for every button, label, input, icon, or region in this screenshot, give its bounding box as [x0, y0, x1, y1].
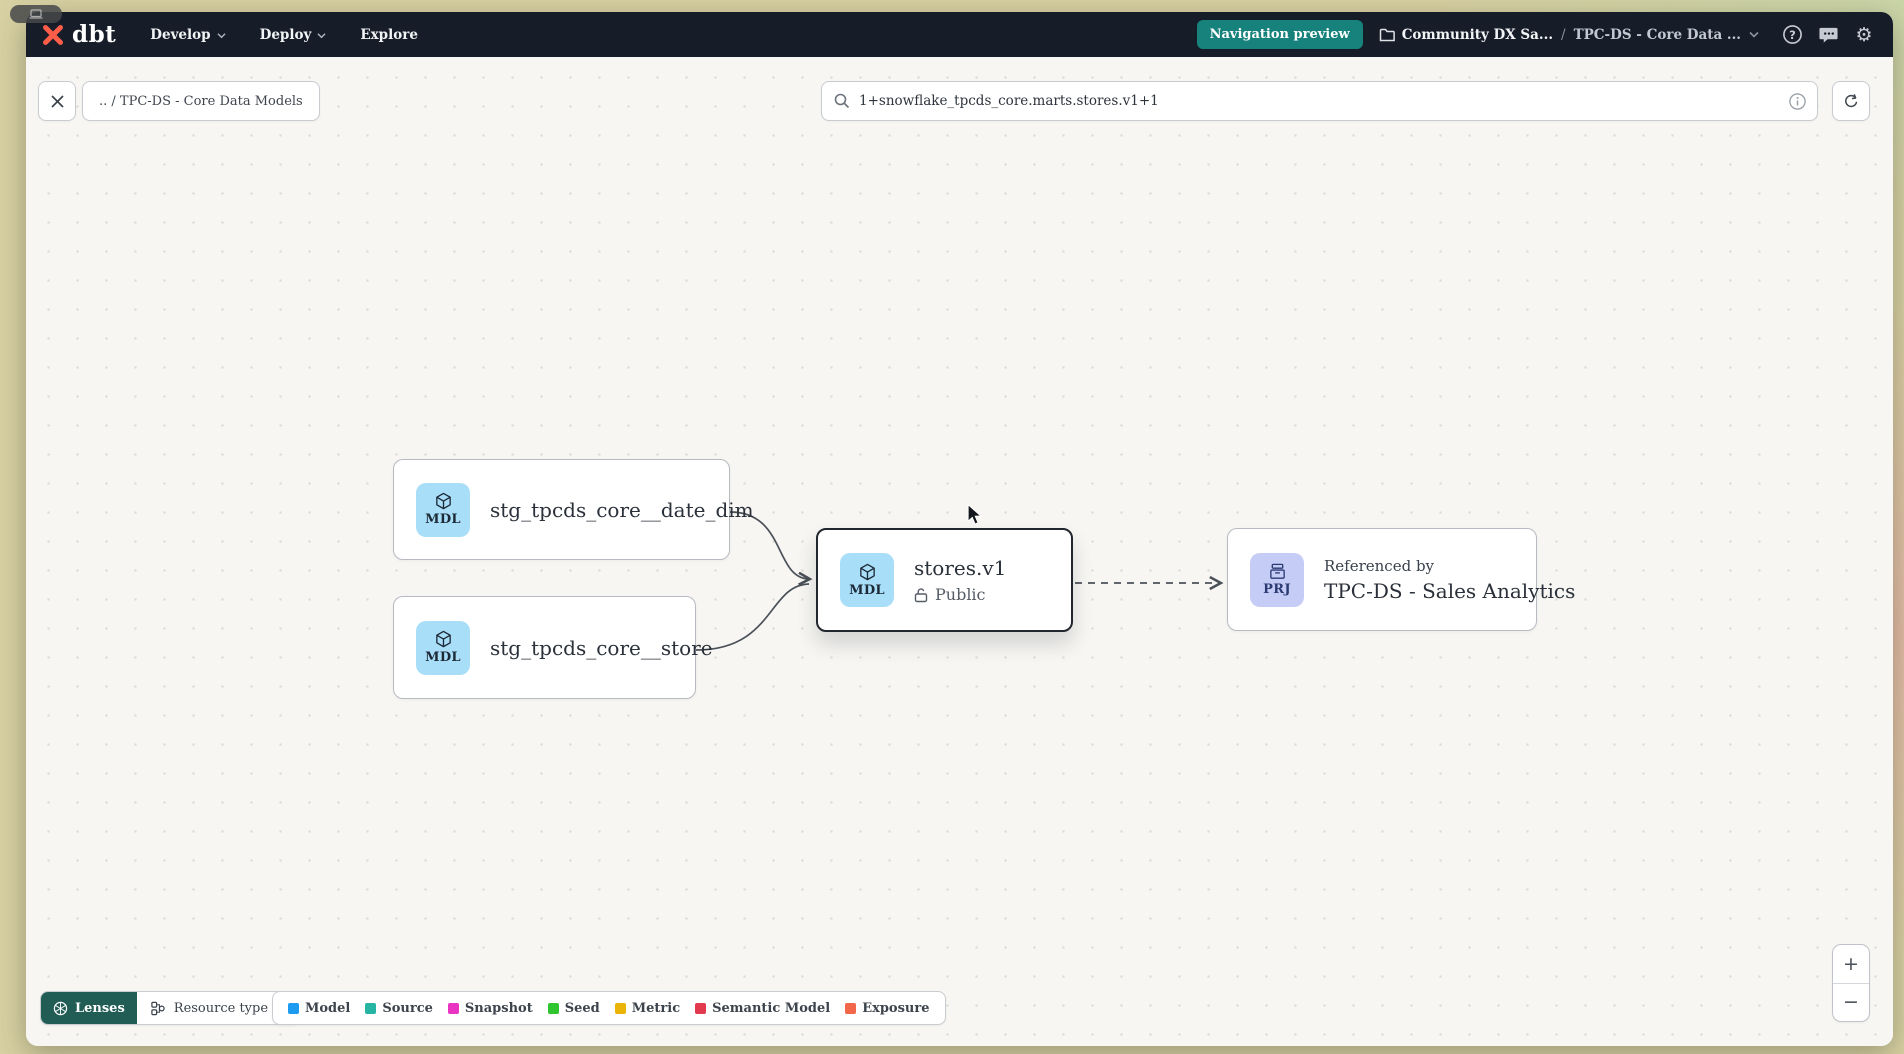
feedback-icon[interactable]: [1817, 24, 1839, 46]
menu-develop-label: Develop: [150, 27, 210, 43]
zoom-control: + −: [1832, 944, 1870, 1022]
node-stg-tpcds-core-date-dim[interactable]: MDL stg_tpcds_core__date_dim: [393, 459, 730, 560]
dbt-logo[interactable]: dbt: [40, 21, 116, 48]
search-icon: [834, 93, 850, 109]
legend-item-semantic-model: Semantic Model: [695, 1001, 830, 1016]
zoom-out-button[interactable]: −: [1833, 983, 1869, 1022]
folder-icon: [1379, 28, 1395, 42]
menu-deploy[interactable]: Deploy: [260, 27, 327, 43]
node-title: stores.v1: [914, 556, 1006, 580]
search-input[interactable]: [859, 93, 1781, 109]
legend-swatch: [695, 1003, 706, 1014]
project-crumb[interactable]: TPC-DS - Core Data ...: [1574, 27, 1741, 43]
node-tpcds-sales-analytics[interactable]: PRJ Referenced by TPC-DS - Sales Analyti…: [1227, 528, 1537, 631]
lens-aperture-icon: [53, 1001, 68, 1016]
project-badge: PRJ: [1250, 553, 1304, 607]
menu-explore[interactable]: Explore: [360, 27, 418, 43]
refresh-button[interactable]: [1832, 81, 1870, 121]
menu-deploy-label: Deploy: [260, 27, 312, 43]
model-badge: MDL: [416, 483, 470, 537]
node-title: stg_tpcds_core__date_dim: [490, 498, 754, 522]
lineage-canvas[interactable]: .. / TPC-DS - Core Data Models: [26, 57, 1893, 1046]
edge-date-dim-to-stores: [730, 512, 809, 579]
legend-swatch: [288, 1003, 299, 1014]
cube-icon: [434, 492, 453, 511]
access-row: Public: [914, 585, 1006, 604]
badge-label: MDL: [425, 650, 461, 665]
info-icon[interactable]: [1788, 92, 1807, 115]
legend-swatch: [448, 1003, 459, 1014]
model-badge: MDL: [840, 553, 894, 607]
legend-label: Metric: [632, 1001, 680, 1016]
settings-gear-icon[interactable]: ⚙: [1853, 24, 1875, 46]
legend-label: Source: [382, 1001, 433, 1016]
node-stores-v1[interactable]: MDL stores.v1 Public: [816, 528, 1073, 632]
account-crumb-label: Community DX Sa...: [1402, 27, 1553, 43]
account-crumb[interactable]: Community DX Sa...: [1379, 27, 1553, 43]
refresh-icon: [1842, 92, 1860, 110]
navigation-preview-badge[interactable]: Navigation preview: [1197, 20, 1363, 49]
legend-label: Seed: [565, 1001, 600, 1016]
access-label: Public: [935, 585, 986, 604]
menu-explore-label: Explore: [360, 27, 418, 43]
screen-capture-indicator: [10, 5, 62, 23]
navbar-right: Navigation preview Community DX Sa... / …: [1197, 20, 1875, 49]
legend-label: Semantic Model: [712, 1001, 830, 1016]
lock-icon: [914, 587, 928, 603]
close-icon: [50, 94, 65, 109]
screen-icon: [29, 9, 43, 19]
legend-label: Snapshot: [465, 1001, 533, 1016]
badge-label: MDL: [425, 512, 461, 527]
resource-graph-icon: [150, 1001, 166, 1016]
top-navbar: dbt Develop Deploy Explore Navigation pr…: [26, 12, 1893, 57]
cube-icon: [858, 563, 877, 582]
node-title: stg_tpcds_core__store: [490, 636, 713, 660]
chevron-down-icon: [317, 32, 326, 39]
svg-text:?: ?: [1789, 28, 1796, 42]
edge-store-to-stores: [696, 584, 809, 650]
cube-icon: [434, 630, 453, 649]
chevron-down-icon: [217, 32, 226, 39]
legend-item-snapshot: Snapshot: [448, 1001, 533, 1016]
legend-swatch: [615, 1003, 626, 1014]
legend-swatch: [845, 1003, 856, 1014]
legend-label: Exposure: [862, 1001, 929, 1016]
lineage-search: [821, 81, 1818, 121]
legend-item-metric: Metric: [615, 1001, 680, 1016]
legend-item-source: Source: [365, 1001, 433, 1016]
lineage-breadcrumb[interactable]: .. / TPC-DS - Core Data Models: [82, 81, 320, 121]
breadcrumb-separator: /: [1561, 27, 1566, 43]
chevron-down-icon[interactable]: [1749, 31, 1759, 38]
navbar-icons: ? ⚙: [1781, 24, 1875, 46]
badge-label: PRJ: [1263, 582, 1291, 597]
legend-swatch: [365, 1003, 376, 1014]
node-stg-tpcds-core-store[interactable]: MDL stg_tpcds_core__store: [393, 596, 696, 699]
badge-label: MDL: [849, 583, 885, 598]
node-pretitle: Referenced by: [1324, 557, 1575, 575]
model-badge: MDL: [416, 621, 470, 675]
dbt-logo-icon: [40, 22, 66, 48]
zoom-in-button[interactable]: +: [1833, 945, 1869, 983]
resource-type-label: Resource type: [174, 1001, 268, 1016]
menu-develop[interactable]: Develop: [150, 27, 225, 43]
main-menu: Develop Deploy Explore: [150, 27, 418, 43]
breadcrumb: Community DX Sa... / TPC-DS - Core Data …: [1379, 27, 1759, 43]
archive-icon: [1268, 562, 1287, 581]
lenses-button[interactable]: Lenses: [41, 992, 137, 1024]
legend-label: Model: [305, 1001, 350, 1016]
help-icon[interactable]: ?: [1781, 24, 1803, 46]
lenses-label: Lenses: [75, 1001, 125, 1016]
legend-swatch: [548, 1003, 559, 1014]
legend-item-model: Model: [288, 1001, 350, 1016]
resource-type-legend: Model Source Snapshot Seed Metric Semant…: [272, 991, 946, 1025]
lenses-control: Lenses Resource type: [40, 991, 300, 1025]
dbt-wordmark: dbt: [72, 21, 116, 48]
app-window: dbt Develop Deploy Explore Navigation pr…: [26, 12, 1893, 1046]
legend-item-seed: Seed: [548, 1001, 600, 1016]
legend-item-exposure: Exposure: [845, 1001, 929, 1016]
close-button[interactable]: [38, 81, 76, 121]
node-title: TPC-DS - Sales Analytics: [1324, 579, 1575, 603]
